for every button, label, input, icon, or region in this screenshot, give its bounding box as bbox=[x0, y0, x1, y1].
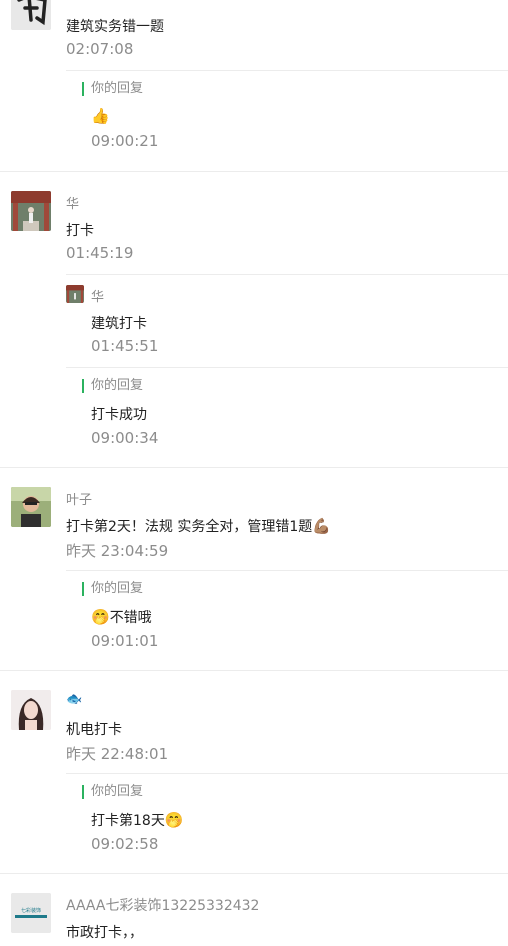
sender-name: 叶子 bbox=[66, 493, 93, 508]
reply-text: 打卡成功 bbox=[91, 407, 147, 423]
quoted-text: 建筑打卡 bbox=[91, 316, 147, 332]
reply-label: 你的回复 bbox=[82, 82, 143, 96]
reply-label: 你的回复 bbox=[82, 582, 143, 596]
reply-text-content: 不错哦 bbox=[109, 610, 152, 626]
message-text: 市政打卡，， bbox=[66, 925, 143, 941]
message-item[interactable]: 叶子 打卡第2天！法规 实务全对，管理错1题💪🏽 昨天 23:04:59 你的回… bbox=[0, 467, 508, 671]
message-time: 01:45:19 bbox=[66, 244, 134, 262]
hand-over-mouth-emoji: 🤭 bbox=[91, 608, 110, 626]
reply-text-content: 打卡第18天 bbox=[91, 813, 165, 829]
person-photo-avatar-image bbox=[11, 191, 51, 231]
reply-block: 你的回复 打卡成功 09:00:34 bbox=[66, 367, 508, 468]
person-photo-avatar-image bbox=[66, 285, 84, 303]
message-item[interactable]: 同尿 建筑实务错一题 02:07:08 你的回复 👍 09:00:21 bbox=[0, 0, 508, 172]
message-text-content: 打卡第2天！法规 实务全对，管理错1题 bbox=[66, 519, 313, 535]
message-time: 昨天 23:04:59 bbox=[66, 542, 169, 560]
quoted-message-block: 华 建筑打卡 01:45:51 bbox=[66, 274, 508, 367]
person-photo-avatar-image bbox=[11, 690, 51, 730]
avatar[interactable] bbox=[11, 690, 51, 730]
quoted-sender-name: 华 bbox=[91, 290, 105, 305]
sender-name: AAAA七彩装饰13225332432 bbox=[66, 898, 260, 914]
reply-label: 你的回复 bbox=[82, 785, 143, 799]
quoted-avatar bbox=[66, 285, 84, 303]
reply-time: 09:01:01 bbox=[91, 632, 159, 650]
message-text: 打卡第2天！法规 实务全对，管理错1题💪🏽 bbox=[66, 516, 331, 536]
avatar[interactable]: 七彩装饰 bbox=[11, 893, 51, 933]
avatar[interactable] bbox=[11, 0, 51, 30]
sender-name: 同尿 bbox=[66, 0, 92, 3]
message-item[interactable]: 华 打卡 01:45:19 华 建筑打卡 01:45:51 你的回复 打卡成功 … bbox=[0, 171, 508, 468]
reply-text: 🤭不错哦 bbox=[91, 607, 152, 627]
calligraphy-avatar-image bbox=[11, 0, 51, 30]
message-time: 昨天 22:48:01 bbox=[66, 745, 169, 763]
reply-emoji: 👍 bbox=[91, 107, 110, 125]
message-text: 机电打卡 bbox=[66, 722, 122, 738]
reply-block: 你的回复 打卡第18天🤭 09:02:58 bbox=[66, 773, 508, 874]
reply-time: 09:00:34 bbox=[91, 429, 159, 447]
reply-time: 09:02:58 bbox=[91, 835, 159, 853]
sender-name: 华 bbox=[66, 197, 80, 212]
logo-avatar-image: 七彩装饰 bbox=[11, 893, 51, 933]
hand-over-mouth-emoji: 🤭 bbox=[164, 811, 184, 829]
person-photo-avatar-image bbox=[11, 487, 51, 527]
logo-lettering: 七彩装饰 bbox=[21, 907, 41, 914]
reply-text: 打卡第18天🤭 bbox=[91, 810, 184, 830]
sender-name: 🐟 bbox=[66, 692, 83, 707]
avatar[interactable] bbox=[11, 191, 51, 231]
message-time: 02:07:08 bbox=[66, 40, 134, 58]
reply-block: 你的回复 🤭不错哦 09:01:01 bbox=[66, 570, 508, 671]
message-item[interactable]: 七彩装饰 AAAA七彩装饰13225332432 市政打卡，， bbox=[0, 873, 508, 946]
reply-label: 你的回复 bbox=[82, 379, 143, 393]
flexed-biceps-emoji: 💪🏽 bbox=[312, 517, 331, 535]
quoted-time: 01:45:51 bbox=[91, 337, 159, 355]
reply-time: 09:00:21 bbox=[91, 132, 159, 150]
message-text: 建筑实务错一题 bbox=[66, 19, 164, 35]
message-item[interactable]: 🐟 机电打卡 昨天 22:48:01 你的回复 打卡第18天🤭 09:02:58 bbox=[0, 670, 508, 874]
avatar[interactable] bbox=[11, 487, 51, 527]
reply-block: 你的回复 👍 09:00:21 bbox=[66, 70, 508, 171]
message-text: 打卡 bbox=[66, 223, 94, 239]
